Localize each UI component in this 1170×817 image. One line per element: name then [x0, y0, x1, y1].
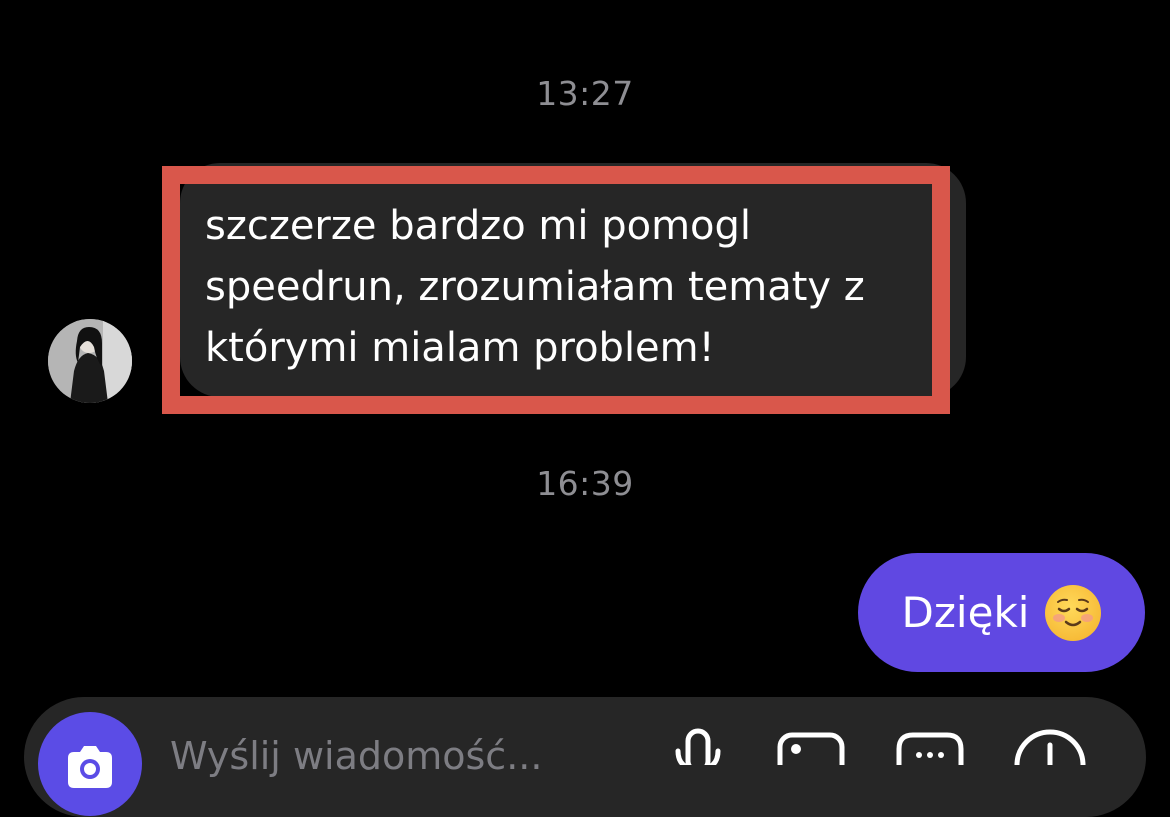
incoming-message-text: szczerze bardzo mi pomogl speedrun, zroz…: [205, 196, 945, 379]
sticker-icon: [896, 732, 964, 775]
message-line-3: którymi mialam problem!: [205, 325, 715, 371]
camera-button[interactable]: [38, 712, 142, 816]
message-line-2: speedrun, zrozumiałam tematy z: [205, 264, 865, 310]
gallery-button[interactable]: [776, 725, 846, 788]
microphone-button[interactable]: [670, 725, 726, 774]
avatar[interactable]: [48, 319, 132, 403]
smiling-face-icon: [1045, 584, 1102, 641]
avatar-photo: [48, 319, 132, 403]
microphone-icon: [675, 728, 721, 774]
add-button[interactable]: [1012, 725, 1088, 801]
message-input[interactable]: Wyślij wiadomość...: [170, 734, 542, 778]
outgoing-message-bubble[interactable]: Dzięki: [858, 553, 1145, 672]
sticker-button[interactable]: [895, 725, 965, 775]
outgoing-message-text: Dzięki: [901, 588, 1030, 637]
timestamp-1639: 16:39: [536, 464, 634, 503]
timestamp-1327: 13:27: [536, 74, 634, 113]
gallery-icon: [777, 732, 845, 788]
camera-icon: [68, 746, 112, 788]
message-line-1: szczerze bardzo mi pomogl: [205, 203, 752, 249]
add-icon: [1014, 729, 1086, 801]
